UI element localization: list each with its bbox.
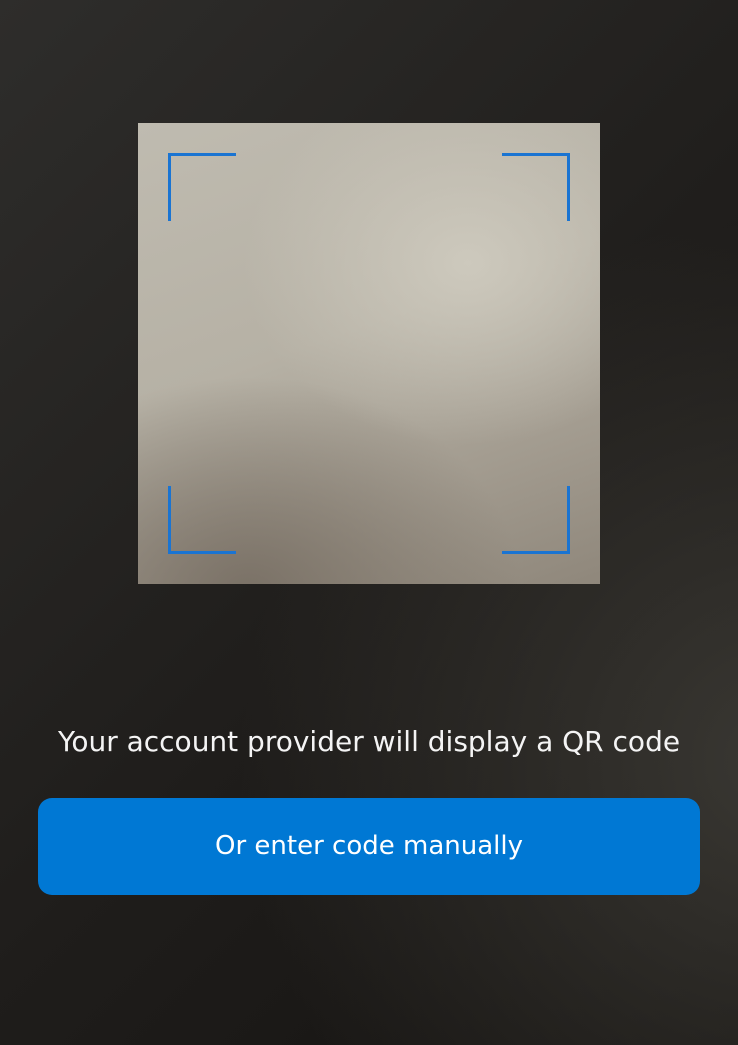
- viewfinder-corner-bottom-right: [502, 486, 570, 554]
- qr-scan-screen: Your account provider will display a QR …: [0, 0, 738, 1045]
- viewfinder-corner-top-left: [168, 153, 236, 221]
- camera-preview: [138, 123, 600, 584]
- scan-instruction-text: Your account provider will display a QR …: [57, 725, 681, 758]
- viewfinder-corner-top-right: [502, 153, 570, 221]
- enter-code-manually-button[interactable]: Or enter code manually: [38, 798, 700, 895]
- viewfinder-corner-bottom-left: [168, 486, 236, 554]
